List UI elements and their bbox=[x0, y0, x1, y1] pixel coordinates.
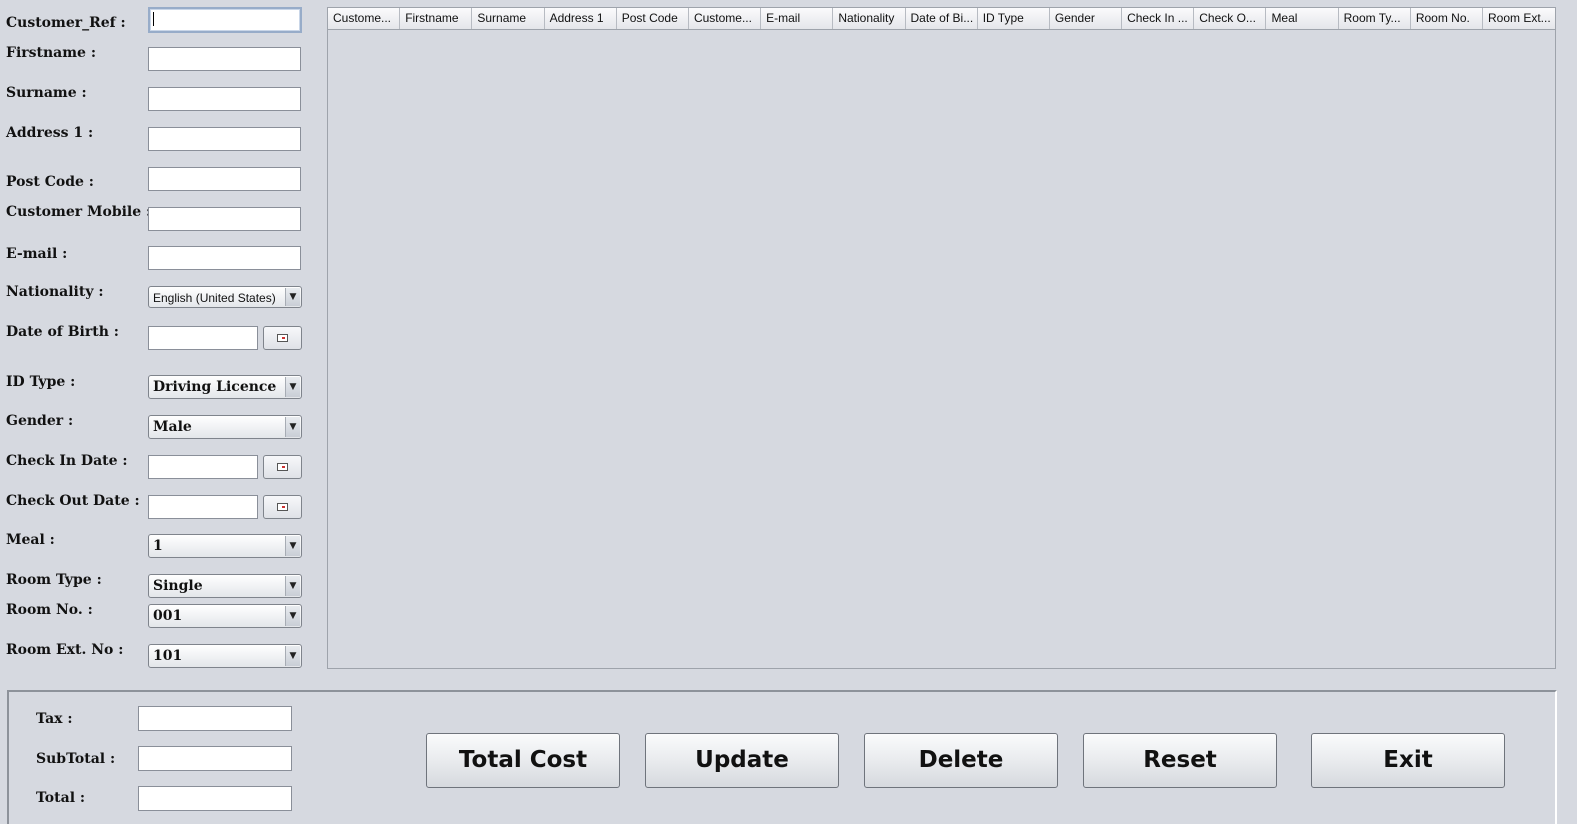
id-type-value: Driving Licence bbox=[153, 379, 277, 395]
subtotal-field[interactable] bbox=[138, 746, 292, 771]
meal-select[interactable]: 1 ▼ bbox=[148, 534, 302, 558]
column-header[interactable]: Custome... bbox=[689, 8, 762, 29]
checkout-field[interactable] bbox=[148, 495, 258, 519]
reset-button[interactable]: Reset bbox=[1083, 733, 1277, 788]
postcode-field[interactable] bbox=[148, 167, 301, 191]
customer-ref-field[interactable] bbox=[148, 7, 302, 33]
chevron-down-icon: ▼ bbox=[285, 417, 300, 437]
firstname-label: Firstname : bbox=[6, 45, 96, 61]
column-header[interactable]: ID Type bbox=[978, 8, 1050, 29]
subtotal-label: SubTotal : bbox=[36, 751, 116, 767]
column-header[interactable]: Nationality bbox=[833, 8, 906, 29]
room-type-value: Single bbox=[153, 578, 203, 594]
checkin-field[interactable] bbox=[148, 455, 258, 479]
chevron-down-icon: ▼ bbox=[285, 576, 300, 596]
checkout-label: Check Out Date : bbox=[6, 493, 140, 509]
column-header[interactable]: Firstname bbox=[400, 8, 473, 29]
room-type-label: Room Type : bbox=[6, 572, 102, 588]
gender-label: Gender : bbox=[6, 413, 74, 429]
meal-value: 1 bbox=[153, 538, 163, 554]
calendar-icon bbox=[277, 503, 288, 511]
room-no-select[interactable]: 001 ▼ bbox=[148, 604, 302, 628]
room-ext-select[interactable]: 101 ▼ bbox=[148, 644, 302, 668]
dob-field[interactable] bbox=[148, 326, 258, 350]
room-ext-label: Room Ext. No : bbox=[6, 642, 124, 658]
column-header[interactable]: Address 1 bbox=[545, 8, 617, 29]
dob-label: Date of Birth : bbox=[6, 324, 119, 340]
chevron-down-icon: ▼ bbox=[285, 377, 300, 397]
address1-field[interactable] bbox=[148, 127, 301, 151]
address1-label: Address 1 : bbox=[6, 125, 94, 141]
column-header[interactable]: Check O... bbox=[1194, 8, 1267, 29]
mobile-label: Customer Mobile : bbox=[6, 204, 152, 220]
room-ext-value: 101 bbox=[153, 648, 183, 664]
meal-label: Meal : bbox=[6, 532, 55, 548]
checkin-label: Check In Date : bbox=[6, 453, 128, 469]
total-cost-button[interactable]: Total Cost bbox=[426, 733, 620, 788]
exit-button[interactable]: Exit bbox=[1311, 733, 1505, 788]
email-field[interactable] bbox=[148, 246, 301, 270]
customer-table[interactable]: Custome... Firstname Surname Address 1 Post … bbox=[327, 7, 1556, 669]
nationality-value: English (United States) bbox=[153, 291, 276, 305]
room-no-value: 001 bbox=[153, 608, 183, 624]
column-header[interactable]: Room No. bbox=[1411, 8, 1483, 29]
email-label: E-mail : bbox=[6, 246, 68, 262]
nationality-select[interactable]: English (United States) ▼ bbox=[148, 286, 302, 308]
column-header[interactable]: Check In ... bbox=[1122, 8, 1195, 29]
room-no-label: Room No. : bbox=[6, 602, 93, 618]
column-header[interactable]: Gender bbox=[1050, 8, 1123, 29]
gender-value: Male bbox=[153, 419, 192, 435]
update-button[interactable]: Update bbox=[645, 733, 839, 788]
nationality-label: Nationality : bbox=[6, 284, 104, 300]
total-field[interactable] bbox=[138, 786, 292, 811]
column-header[interactable]: Date of Bi... bbox=[906, 8, 978, 29]
dob-calendar-button[interactable] bbox=[263, 326, 302, 350]
room-type-select[interactable]: Single ▼ bbox=[148, 574, 302, 598]
id-type-label: ID Type : bbox=[6, 374, 76, 390]
gender-select[interactable]: Male ▼ bbox=[148, 415, 302, 439]
column-header[interactable]: Room Ty... bbox=[1339, 8, 1411, 29]
checkout-calendar-button[interactable] bbox=[263, 495, 302, 519]
calendar-icon bbox=[277, 334, 288, 342]
customer-ref-label: Customer_Ref : bbox=[6, 15, 126, 31]
tax-label: Tax : bbox=[36, 711, 73, 727]
column-header[interactable]: Surname bbox=[472, 8, 545, 29]
column-header[interactable]: Room Ext... bbox=[1483, 8, 1555, 29]
checkin-calendar-button[interactable] bbox=[263, 455, 302, 479]
column-header[interactable]: E-mail bbox=[761, 8, 834, 29]
column-header[interactable]: Custome... bbox=[328, 8, 401, 29]
tax-field[interactable] bbox=[138, 706, 292, 731]
delete-button[interactable]: Delete bbox=[864, 733, 1058, 788]
chevron-down-icon: ▼ bbox=[285, 606, 300, 626]
table-header: Custome... Firstname Surname Address 1 Post … bbox=[328, 8, 1555, 30]
surname-field[interactable] bbox=[148, 87, 301, 111]
chevron-down-icon: ▼ bbox=[285, 536, 300, 556]
calendar-icon bbox=[277, 463, 288, 471]
text-caret bbox=[153, 12, 154, 26]
firstname-field[interactable] bbox=[148, 47, 301, 71]
surname-label: Surname : bbox=[6, 85, 87, 101]
column-header[interactable]: Post Code bbox=[617, 8, 689, 29]
id-type-select[interactable]: Driving Licence ▼ bbox=[148, 375, 302, 399]
chevron-down-icon: ▼ bbox=[285, 646, 300, 666]
mobile-field[interactable] bbox=[148, 207, 301, 231]
column-header[interactable]: Meal bbox=[1266, 8, 1339, 29]
total-label: Total : bbox=[36, 790, 86, 806]
postcode-label: Post Code : bbox=[6, 174, 94, 190]
chevron-down-icon: ▼ bbox=[285, 288, 300, 306]
